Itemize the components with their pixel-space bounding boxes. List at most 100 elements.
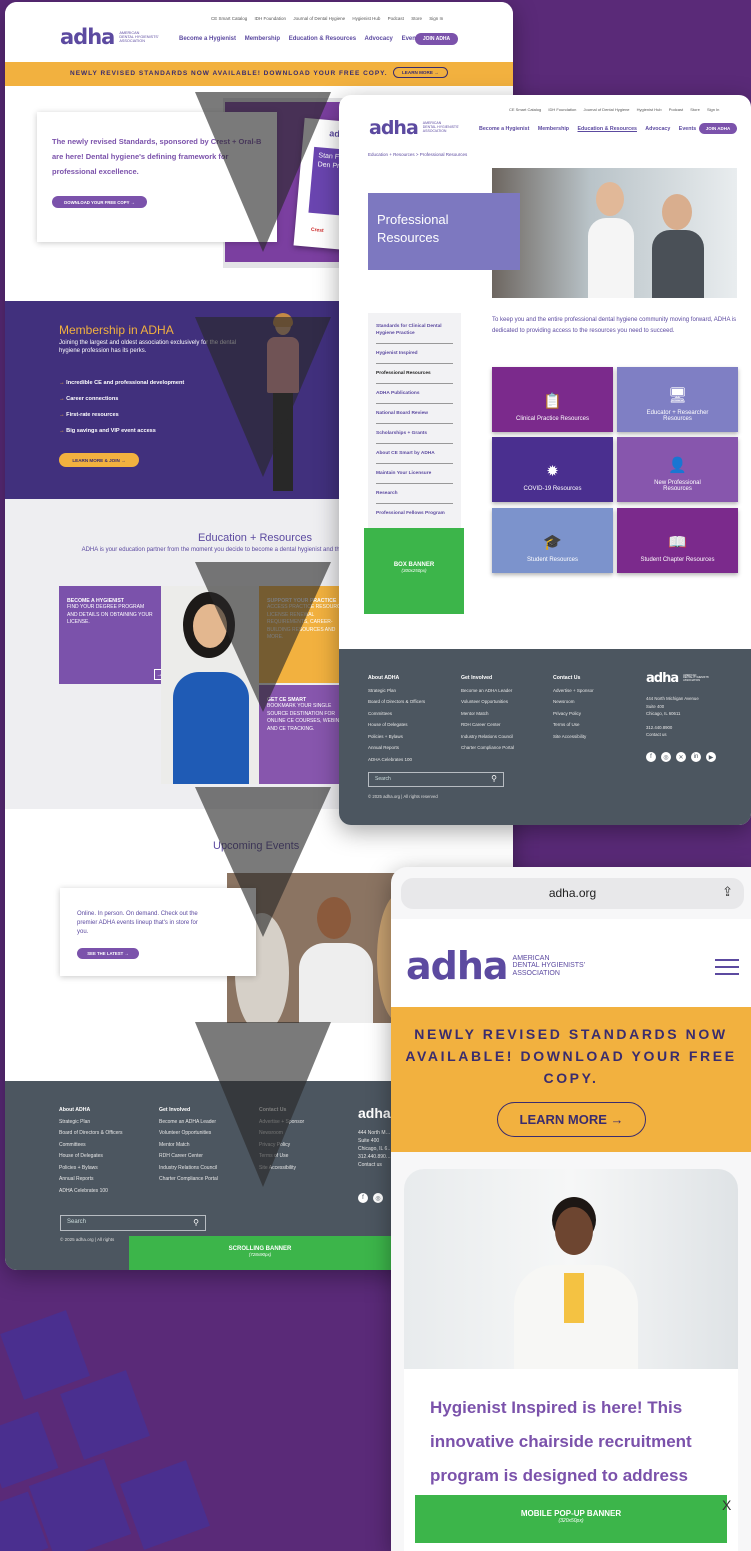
footer-link[interactable]: Policies + Bylaws <box>368 731 425 743</box>
footer-link[interactable]: Privacy Policy <box>553 708 594 720</box>
mobile-learn-more-button[interactable]: LEARN MORE → <box>497 1102 646 1137</box>
nav-item[interactable]: Education & Resources <box>289 36 356 42</box>
utility-link[interactable]: IDH Foundation <box>255 16 287 21</box>
sidebar-item[interactable]: About CE Smart by ADHA <box>376 444 453 464</box>
breadcrumb[interactable]: Education + Resources > Professional Res… <box>368 152 467 157</box>
share-icon[interactable]: ⇪ <box>722 884 733 900</box>
instagram-icon[interactable]: ◎ <box>373 1193 383 1203</box>
footer-search-input[interactable]: Search ⚲ <box>60 1215 206 1231</box>
linkedin-icon[interactable]: in <box>691 752 701 762</box>
nav-item[interactable]: Membership <box>245 36 280 42</box>
utility-link[interactable]: Journal of Dental Hygiene <box>293 16 345 21</box>
join-button[interactable]: JOIN ADHA <box>415 33 458 45</box>
footer-link[interactable]: Board of Directors & Officers <box>368 696 425 708</box>
tile-educator-researcher[interactable]: 🖥 Educator + Researcher Resources <box>617 367 738 432</box>
download-copy-button[interactable]: DOWNLOAD YOUR FREE COPY → <box>52 196 147 208</box>
sidebar-item[interactable]: National Board Review <box>376 404 453 424</box>
footer-link[interactable]: Newsroom <box>553 696 594 708</box>
tile-clinical-practice[interactable]: 📋 Clinical Practice Resources <box>492 367 613 432</box>
see-latest-button[interactable]: SEE THE LATEST → <box>77 948 139 959</box>
tile-label: Educator + Researcher Resources <box>646 410 709 422</box>
utility-link[interactable]: CE Smart Catalog <box>211 16 247 21</box>
footer-link[interactable]: House of Delegates <box>368 719 425 731</box>
sidebar-item[interactable]: ADHA Publications <box>376 384 453 404</box>
search-icon[interactable]: ⚲ <box>491 774 497 783</box>
utility-link[interactable]: IDH Foundation <box>548 107 576 112</box>
sidebar-item[interactable]: Research <box>376 484 453 504</box>
nav-item[interactable]: Advocacy <box>645 126 670 132</box>
utility-link[interactable]: Sign In <box>707 107 719 112</box>
footer-link[interactable]: Terms of Use <box>553 719 594 731</box>
utility-link[interactable]: Store <box>411 16 422 21</box>
sidebar-item-active[interactable]: Professional Resources <box>376 364 453 384</box>
hamburger-menu-icon[interactable] <box>715 959 739 975</box>
footer-link[interactable]: Charter Compliance Portal <box>461 742 514 754</box>
tile-new-professional[interactable]: 👤 New Professional Resources <box>617 437 738 502</box>
footer-link[interactable]: Strategic Plan <box>368 685 425 697</box>
sidebar-item[interactable]: Scholarships + Grants <box>376 424 453 444</box>
tile-student-chapter[interactable]: 📖 Student Chapter Resources <box>617 508 738 573</box>
footer-link[interactable]: Advertise + Sponsor <box>553 685 594 697</box>
box-banner[interactable]: BOX BANNER (300x250px) <box>364 528 464 614</box>
mobile-popup-banner[interactable]: MOBILE POP-UP BANNER (320x50px) <box>415 1495 727 1543</box>
mobile-announcement-banner: NEWLY REVISED STANDARDS NOW AVAILABLE! D… <box>391 1007 751 1152</box>
nav-item[interactable]: Membership <box>538 126 569 132</box>
tile-student[interactable]: 🎓 Student Resources <box>492 508 613 573</box>
tile-covid[interactable]: ✹ COVID-19 Resources <box>492 437 613 502</box>
footer-link[interactable]: Board of Directors & Officers <box>59 1128 123 1140</box>
become-hygienist-card[interactable]: BECOME A HYGIENIST FIND YOUR DEGREE PROG… <box>59 586 165 684</box>
utility-link[interactable]: Store <box>690 107 700 112</box>
footer-link[interactable]: Site Accessibility <box>553 731 594 743</box>
utility-link[interactable]: Journal of Dental Hygiene <box>584 107 630 112</box>
logo[interactable]: adha American Dental Hygienists' Associa… <box>369 117 459 139</box>
sidebar-item[interactable]: Standards for Clinical Dental Hygiene Pr… <box>376 317 453 344</box>
footer-link[interactable]: Policies + Bylaws <box>59 1163 123 1175</box>
utility-link[interactable]: CE Smart Catalog <box>509 107 541 112</box>
facebook-icon[interactable]: f <box>646 752 656 762</box>
footer-link[interactable]: ADHA Celebrates 100 <box>368 754 425 766</box>
nav-item[interactable]: Advocacy <box>365 36 393 42</box>
footer-link[interactable]: Mentor Match <box>461 708 514 720</box>
utility-link[interactable]: Podcast <box>388 16 404 21</box>
sidebar-item[interactable]: Professional Fellows Program <box>376 504 453 523</box>
logo[interactable]: adha American Dental Hygienists' Associa… <box>406 944 585 988</box>
banner-learn-more-button[interactable]: LEARN MORE → <box>393 67 448 78</box>
nav-item[interactable]: Education & Resources <box>578 126 637 132</box>
nav-item[interactable]: Become a Hygienist <box>479 126 529 132</box>
footer-link[interactable]: Annual Reports <box>368 742 425 754</box>
popup-close-icon[interactable]: X <box>722 1497 731 1513</box>
utility-link[interactable]: Hygienist Hub <box>637 107 662 112</box>
logo-line: Association <box>512 969 560 977</box>
footer-link[interactable]: Committees <box>368 708 425 720</box>
footer-link[interactable]: Committees <box>59 1140 123 1152</box>
scrolling-banner[interactable]: SCROLLING BANNER (728x90px) <box>129 1236 391 1270</box>
footer-link[interactable]: House of Delegates <box>59 1151 123 1163</box>
footer-search-input[interactable]: Search ⚲ <box>368 772 504 787</box>
footer-link[interactable]: Become an ADHA Leader <box>461 685 514 697</box>
join-button[interactable]: JOIN ADHA <box>699 123 737 134</box>
instagram-icon[interactable]: ◎ <box>661 752 671 762</box>
mobile-url-bar[interactable]: adha.org ⇪ <box>401 878 744 909</box>
youtube-icon[interactable]: ▶ <box>706 752 716 762</box>
sidebar-item[interactable]: Maintain Your Licensure <box>376 464 453 484</box>
nav-item[interactable]: Events <box>679 126 696 132</box>
search-icon[interactable]: ⚲ <box>193 1218 199 1227</box>
book-reader-icon: 📖 <box>668 534 687 551</box>
sidebar-item[interactable]: Hygienist Inspired <box>376 344 453 364</box>
sidebar-nav: Standards for Clinical Dental Hygiene Pr… <box>368 313 461 529</box>
footer-link[interactable]: Volunteer Opportunities <box>461 696 514 708</box>
learn-more-join-button[interactable]: LEARN MORE & JOIN → <box>59 453 139 467</box>
logo[interactable]: adha American Dental Hygienists' Associa… <box>60 25 159 49</box>
footer-link[interactable]: ADHA Celebrates 100 <box>59 1186 123 1198</box>
x-icon[interactable]: ✕ <box>676 752 686 762</box>
footer-link[interactable]: Strategic Plan <box>59 1117 123 1129</box>
utility-link[interactable]: Hygienist Hub <box>352 16 380 21</box>
facebook-icon[interactable]: f <box>358 1193 368 1203</box>
utility-link[interactable]: Sign In <box>429 16 443 21</box>
footer-link[interactable]: Annual Reports <box>59 1174 123 1186</box>
footer-link[interactable]: Industry Relations Council <box>461 731 514 743</box>
utility-link[interactable]: Podcast <box>669 107 683 112</box>
footer-contact-link[interactable]: Contact us <box>646 731 699 739</box>
footer-link[interactable]: RDH Career Center <box>461 719 514 731</box>
nav-item[interactable]: Become a Hygienist <box>179 36 236 42</box>
